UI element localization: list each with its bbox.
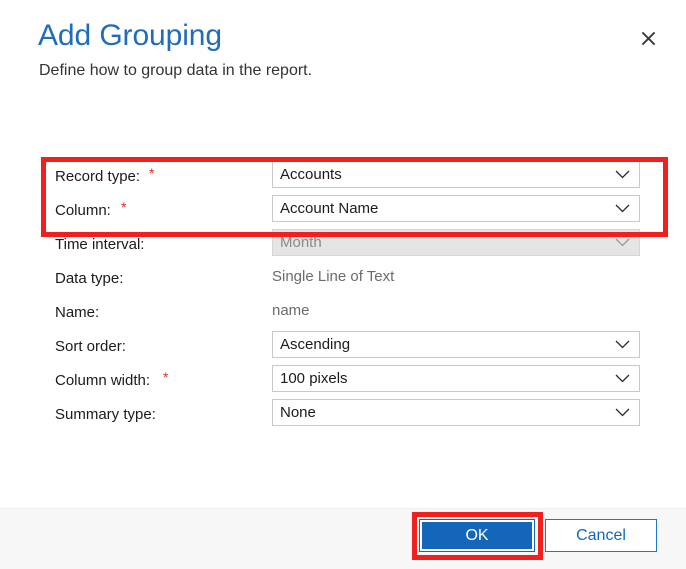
form-row-summary-type: Summary type: None (0, 398, 686, 432)
select-record-type[interactable]: Accounts (272, 161, 640, 188)
select-column-width-value: 100 pixels (280, 370, 348, 387)
label-column-width: Column width: * (55, 364, 168, 398)
value-data-type: Single Line of Text (272, 268, 395, 285)
control-name: name (272, 297, 640, 324)
select-column[interactable]: Account Name (272, 195, 640, 222)
control-summary-type: None (272, 399, 640, 426)
form-row-name: Name: name (0, 296, 686, 330)
label-data-type: Data type: (55, 270, 124, 287)
add-grouping-dialog: Add Grouping Define how to group data in… (0, 0, 686, 569)
control-data-type: Single Line of Text (272, 263, 640, 290)
form-row-column-width: Column width: * 100 pixels (0, 364, 686, 398)
label-summary-type: Summary type: (55, 406, 156, 423)
select-summary-type-value: None (280, 404, 316, 421)
required-asterisk: * (149, 165, 155, 181)
required-asterisk: * (121, 199, 127, 215)
form-row-record-type: Record type: * Accounts (0, 160, 686, 194)
label-time-interval: Time interval: (55, 236, 145, 253)
select-time-interval-value: Month (280, 234, 322, 251)
label-sort-order: Sort order: (55, 338, 126, 355)
grouping-form: Record type: * Accounts Column: * Accoun… (0, 160, 686, 432)
close-icon (641, 31, 656, 46)
chevron-down-icon (615, 370, 630, 388)
chevron-down-icon (615, 166, 630, 184)
cancel-button[interactable]: Cancel (545, 519, 657, 552)
dialog-header: Add Grouping Define how to group data in… (0, 0, 686, 108)
form-row-column: Column: * Account Name (0, 194, 686, 228)
control-sort-order: Ascending (272, 331, 640, 358)
control-time-interval: Month (272, 229, 640, 256)
select-column-width[interactable]: 100 pixels (272, 365, 640, 392)
control-column-width: 100 pixels (272, 365, 640, 392)
select-sort-order-value: Ascending (280, 336, 351, 353)
label-column: Column: * (55, 194, 126, 228)
page-title: Add Grouping (38, 19, 222, 52)
select-record-type-value: Accounts (280, 166, 342, 183)
dialog-subtitle: Define how to group data in the report. (39, 62, 313, 79)
ok-button[interactable]: OK (419, 519, 535, 552)
label-column-width-text: Column width: (55, 372, 151, 389)
control-column: Account Name (272, 195, 640, 222)
label-record-type-text: Record type: (55, 168, 141, 185)
label-name: Name: (55, 304, 100, 321)
form-row-data-type: Data type: Single Line of Text (0, 262, 686, 296)
form-row-sort-order: Sort order: Ascending (0, 330, 686, 364)
control-record-type: Accounts (272, 161, 640, 188)
label-column-text: Column: (55, 202, 111, 219)
select-column-value: Account Name (280, 200, 379, 217)
close-button[interactable] (632, 22, 664, 54)
select-sort-order[interactable]: Ascending (272, 331, 640, 358)
select-time-interval: Month (272, 229, 640, 256)
value-name: name (272, 302, 310, 319)
required-asterisk: * (163, 369, 169, 385)
form-row-time-interval: Time interval: Month (0, 228, 686, 262)
label-record-type: Record type: * (55, 160, 154, 194)
chevron-down-icon (615, 404, 630, 422)
chevron-down-icon (615, 234, 630, 252)
chevron-down-icon (615, 200, 630, 218)
chevron-down-icon (615, 336, 630, 354)
select-summary-type[interactable]: None (272, 399, 640, 426)
